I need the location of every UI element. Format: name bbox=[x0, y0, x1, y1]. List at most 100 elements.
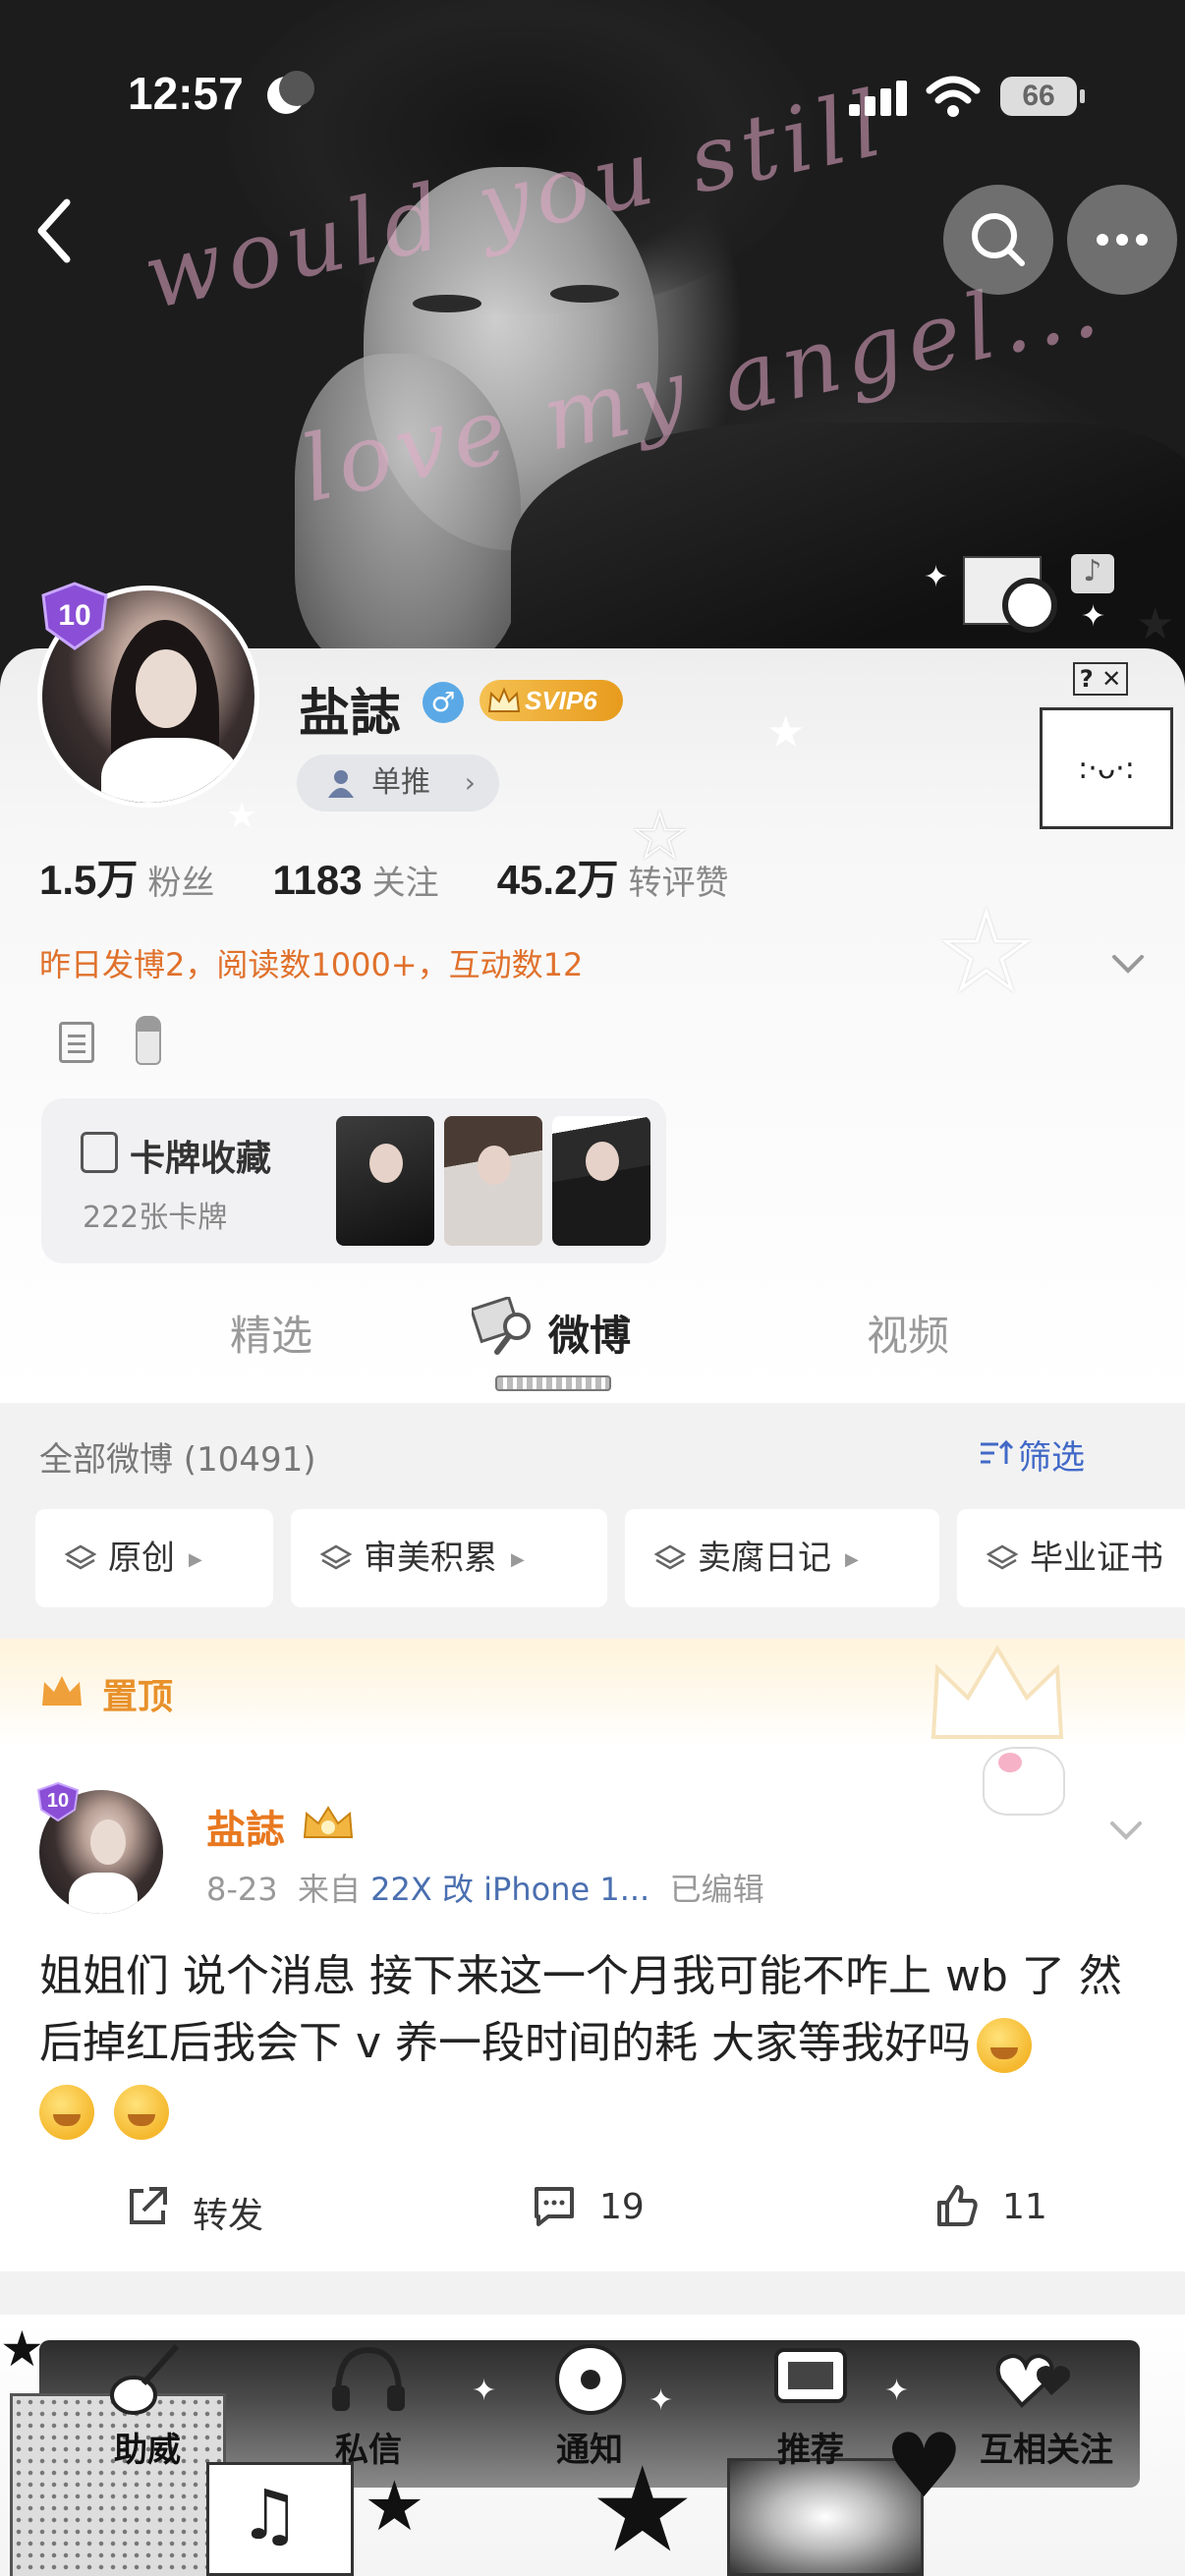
card-thumbnail[interactable] bbox=[552, 1116, 650, 1246]
help-close-window-sticker: ? ✕ bbox=[1073, 662, 1128, 696]
filter-icon[interactable] bbox=[979, 1438, 1014, 1468]
feed-divider bbox=[0, 2271, 1185, 2315]
stat-following[interactable]: 1183 关注 bbox=[272, 856, 438, 904]
level-number: 10 bbox=[58, 599, 91, 632]
tab-notifications[interactable]: 通知 bbox=[511, 2423, 668, 2471]
chip-aesthetic[interactable]: 审美积累 ▶ bbox=[291, 1509, 607, 1607]
activity-summary[interactable]: 昨日发博2，阅读数1000+，互动数12 bbox=[39, 935, 583, 994]
level-badge[interactable]: 10 bbox=[37, 582, 112, 650]
gender-male-icon: ♂ bbox=[423, 682, 464, 723]
post-source-prefix: 来自 bbox=[297, 1871, 361, 1908]
stat-value: 45.2万 bbox=[496, 857, 619, 903]
vip-crown-icon bbox=[303, 1806, 354, 1838]
more-button[interactable] bbox=[1067, 185, 1177, 295]
bottom-tab-bar: ♫ ★ ★ ♥ ✦ ✦ ✦ ★ 助威 私信 通知 推荐 互相关注 bbox=[0, 2315, 1185, 2576]
sparkle-icon: ✦ bbox=[1081, 599, 1106, 634]
stat-label: 粉丝 bbox=[147, 864, 215, 903]
cell-signal-icon bbox=[849, 81, 908, 116]
card-collection[interactable]: 卡牌收藏 222张卡牌 bbox=[41, 1098, 666, 1263]
triangle-right-icon: ▶ bbox=[845, 1548, 859, 1570]
sparkle-icon: ✦ bbox=[924, 560, 949, 594]
hearts-icon bbox=[995, 2353, 1070, 2408]
triangle-right-icon: ▶ bbox=[189, 1548, 202, 1570]
star-icon: ★ bbox=[766, 707, 806, 757]
pleading-face-emoji-icon bbox=[39, 2085, 94, 2140]
chevron-down-icon[interactable] bbox=[1108, 949, 1148, 979]
document-icon[interactable] bbox=[59, 1022, 94, 1063]
headphones-icon bbox=[332, 2346, 405, 2411]
pinned-post[interactable]: 10 盐誌 8-23 来自 22X 改 iPhone 1... 已编辑 姐姐们 … bbox=[0, 1747, 1185, 2271]
stat-label: 转评赞 bbox=[628, 864, 729, 903]
filter-button[interactable]: 筛选 bbox=[1018, 1430, 1085, 1479]
sparkle-icon: ✦ bbox=[472, 2374, 497, 2408]
fan-group-pill[interactable]: 单推 › bbox=[297, 755, 499, 812]
tab-recommend[interactable]: 推荐 bbox=[732, 2423, 889, 2471]
svip-badge[interactable]: SVIP6 bbox=[480, 680, 623, 721]
comment-count[interactable]: 19 bbox=[599, 2187, 645, 2227]
pleading-face-emoji-icon bbox=[114, 2085, 169, 2140]
post-body: 姐姐们 说个消息 接下来这一个月我可能不咋上 wb 了 然后掉红后我会下 v 养… bbox=[39, 1943, 1150, 2144]
avatar-shirt bbox=[101, 738, 239, 803]
user-icon bbox=[328, 770, 354, 798]
avatar-shirt bbox=[69, 1873, 138, 1914]
tab-mutual-follow[interactable]: 互相关注 bbox=[958, 2423, 1135, 2471]
post-level-number: 10 bbox=[46, 1790, 70, 1812]
crown-watermark-icon bbox=[931, 1645, 1064, 1739]
layers-icon bbox=[65, 1544, 96, 1570]
chevron-down-icon[interactable] bbox=[1106, 1816, 1146, 1843]
post-source[interactable]: 22X 改 iPhone 1... bbox=[370, 1871, 649, 1908]
like-count[interactable]: 11 bbox=[1002, 2187, 1047, 2227]
stat-engagement[interactable]: 45.2万 转评赞 bbox=[497, 847, 729, 907]
svip-label: SVIP6 bbox=[525, 686, 597, 715]
layers-icon bbox=[987, 1544, 1018, 1570]
triangle-right-icon: ▶ bbox=[511, 1548, 525, 1570]
more-icon bbox=[1097, 234, 1148, 246]
crown-icon bbox=[487, 687, 521, 712]
stat-label: 关注 bbox=[371, 864, 439, 903]
pinned-header: 置顶 bbox=[0, 1639, 1185, 1747]
back-arrow-icon[interactable] bbox=[29, 196, 79, 265]
post-actions: 转发 19 11 bbox=[0, 2159, 1185, 2258]
heart-icon: ♥ bbox=[884, 2415, 964, 2518]
share-icon[interactable] bbox=[124, 2183, 171, 2230]
profile-tabs: 精选 微博 视频 bbox=[0, 1267, 1185, 1403]
repost-button[interactable]: 转发 bbox=[193, 2187, 263, 2238]
card-thumbnail[interactable] bbox=[336, 1116, 434, 1246]
post-author-name[interactable]: 盐誌 bbox=[206, 1798, 285, 1855]
hello-kitty-sticker bbox=[983, 1747, 1065, 1816]
cover-eye-right bbox=[550, 285, 619, 303]
comment-icon[interactable] bbox=[531, 2183, 578, 2230]
search-button[interactable] bbox=[943, 185, 1053, 295]
chip-label: 原创 bbox=[108, 1539, 175, 1578]
tab-cheer[interactable]: 助威 bbox=[69, 2423, 226, 2471]
post-edited: 已编辑 bbox=[669, 1871, 764, 1908]
cover-eye-left bbox=[413, 295, 481, 312]
sparkle-icon: ✦ bbox=[649, 2383, 674, 2418]
pill-label: 单推 bbox=[371, 765, 430, 800]
profile-stats: 1.5万 粉丝 1183 关注 45.2万 转评赞 bbox=[39, 847, 781, 906]
tab-video[interactable]: 视频 bbox=[867, 1303, 949, 1363]
layers-icon bbox=[654, 1544, 686, 1570]
tab-weibo[interactable]: 微博 bbox=[548, 1303, 631, 1363]
status-time: 12:57 bbox=[128, 68, 244, 119]
chip-original[interactable]: 原创 ▶ bbox=[35, 1509, 273, 1607]
salt-shaker-icon[interactable] bbox=[136, 1016, 161, 1065]
card-thumbnail[interactable] bbox=[444, 1116, 542, 1246]
profile-name: 盐誌 bbox=[299, 685, 402, 744]
chevron-right-icon: › bbox=[464, 766, 476, 799]
star-icon: ★ bbox=[364, 2466, 425, 2547]
stat-followers[interactable]: 1.5万 粉丝 bbox=[39, 847, 214, 907]
battery-indicator: 66 bbox=[1000, 77, 1085, 116]
moon-icon bbox=[267, 71, 314, 114]
tab-featured[interactable]: 精选 bbox=[230, 1303, 312, 1363]
post-meta: 8-23 来自 22X 改 iPhone 1... 已编辑 bbox=[206, 1865, 764, 1910]
guitar-icon bbox=[110, 2343, 180, 2415]
pleading-face-emoji-icon bbox=[977, 2018, 1032, 2073]
cd-icon bbox=[555, 2344, 626, 2415]
tab-messages[interactable]: 私信 bbox=[290, 2423, 447, 2471]
chip-graduation[interactable]: 毕业证书 bbox=[957, 1509, 1185, 1607]
chip-label: 毕业证书 bbox=[1030, 1539, 1163, 1578]
like-icon[interactable] bbox=[933, 2183, 981, 2230]
tv-icon bbox=[774, 2348, 847, 2403]
chip-diary[interactable]: 卖腐日记 ▶ bbox=[625, 1509, 939, 1607]
